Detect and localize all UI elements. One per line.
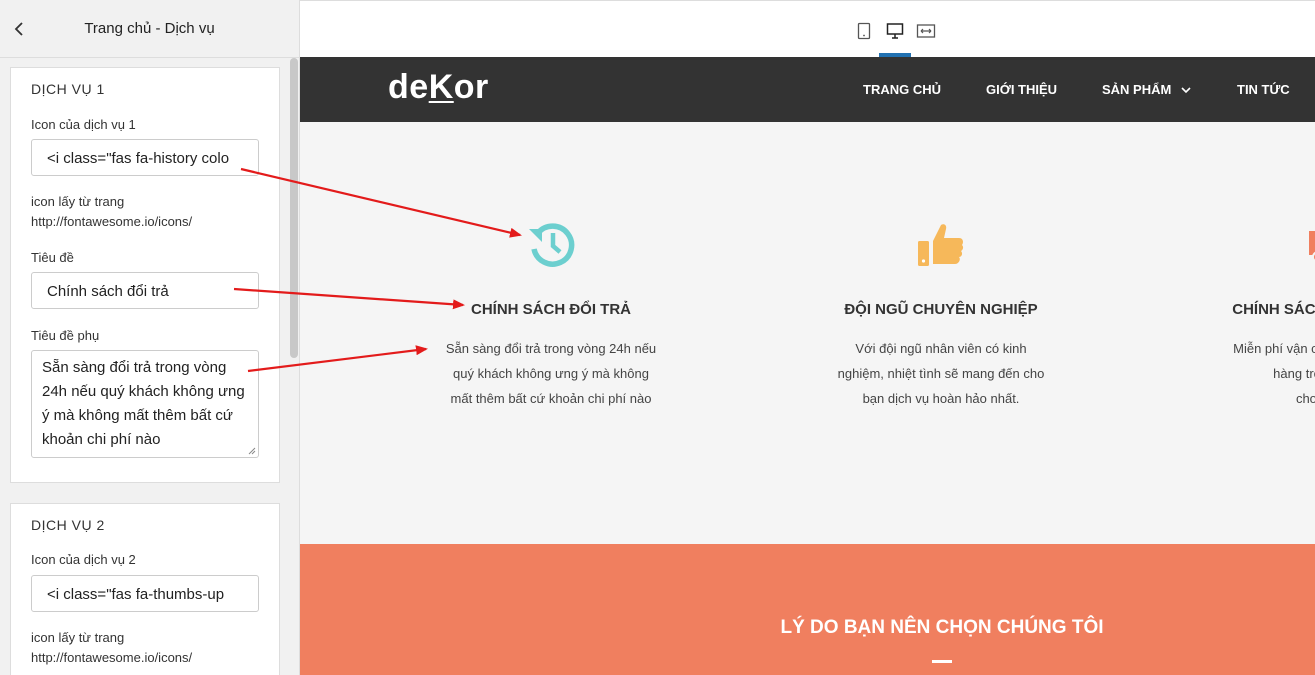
service-2-title: ĐỘI NGŨ CHUYÊN NGHIỆP [844, 301, 1038, 318]
service-3-title: CHÍNH SÁCH VẬN CHUYỂN [1232, 301, 1315, 318]
desktop-preview-button[interactable] [883, 19, 907, 43]
service-item-2: ĐỘI NGŨ CHUYÊN NGHIỆP Với đội ngũ nhân v… [791, 122, 1091, 544]
service-2-hint-line2: http://fontawesome.io/icons/ [31, 650, 193, 665]
service-1-desc-line: Sẵn sàng đổi trả trong vòng 24h nếu [445, 341, 657, 356]
service-2-desc-line: Với đội ngũ nhân viên có kinh [855, 341, 1027, 356]
logo-part-3: or [453, 68, 489, 106]
service-3-desc-line: Miễn phí vận chuyển cho mọi đơn [1233, 341, 1315, 356]
service-1-title-input[interactable]: Chính sách đổi trả [31, 272, 259, 309]
service-1-desc-line: quý khách không ưng ý mà không [453, 366, 649, 381]
nav-item-products-label: SẢN PHẨM [1102, 82, 1172, 97]
mobile-icon [857, 22, 871, 40]
service-1-heading: DỊCH VỤ 1 [31, 81, 105, 97]
why-choose-us-section: LÝ DO BẠN NÊN CHỌN CHÚNG TÔI [300, 544, 1315, 675]
title-underline [932, 660, 952, 663]
service-card-2: DỊCH VỤ 2 Icon của dịch vụ 2 <i class="f… [10, 503, 280, 675]
why-choose-us-title: LÝ DO BẠN NÊN CHỌN CHÚNG TÔI [780, 617, 1104, 638]
customizer-panel: Trang chủ - Dịch vụ DỊCH VỤ 1 Icon của d… [0, 0, 300, 675]
desktop-icon [886, 23, 904, 39]
nav-item-home[interactable]: TRANG CHỦ [863, 82, 941, 97]
service-1-title-label: Tiêu đề [31, 250, 74, 265]
site-navbar: deKor TRANG CHỦ GIỚI THIỆU SẢN PHẨM TIN … [300, 57, 1315, 122]
panel-scrollbar[interactable] [289, 58, 299, 675]
service-1-hint-line2: http://fontawesome.io/icons/ [31, 214, 193, 229]
service-2-icon-label: Icon của dịch vụ 2 [31, 552, 136, 567]
service-3-desc: Miễn phí vận chuyển cho mọi đơn hàng trê… [1216, 336, 1315, 411]
service-2-heading: DỊCH VỤ 2 [31, 517, 105, 533]
service-2-icon-input[interactable]: <i class="fas fa-thumbs-up [31, 575, 259, 612]
nav-item-about[interactable]: GIỚI THIỆU [986, 82, 1057, 97]
service-1-desc: Sẵn sàng đổi trả trong vòng 24h nếu quý … [436, 336, 666, 411]
scrollbar-thumb[interactable] [290, 58, 298, 358]
resize-grip-icon[interactable] [248, 447, 256, 455]
site-logo[interactable]: deKor [388, 68, 489, 107]
service-1-icon-input[interactable]: <i class="fas fa-history colo [31, 139, 259, 176]
service-1-hint-line1: icon lấy từ trang [31, 194, 125, 209]
fullwidth-preview-button[interactable] [914, 19, 938, 43]
services-section: CHÍNH SÁCH ĐỔI TRẢ Sẵn sàng đổi trả tron… [300, 122, 1315, 544]
service-3-desc-line: cho các bạn [1295, 391, 1315, 406]
logo-part-1: de [388, 68, 429, 106]
service-1-subtitle-label: Tiêu đề phụ [31, 328, 100, 343]
history-icon [529, 223, 575, 267]
fullwidth-icon [916, 24, 936, 38]
service-1-subtitle-text: Sẵn sàng đổi trả trong vòng 24h nếu quý … [42, 359, 245, 448]
chevron-down-icon [1181, 87, 1191, 94]
service-2-desc: Với đội ngũ nhân viên có kinh nghiệm, nh… [826, 336, 1056, 411]
service-1-title: CHÍNH SÁCH ĐỔI TRẢ [471, 301, 631, 318]
service-item-3: CHÍNH SÁCH VẬN CHUYỂN Miễn phí vận chuyể… [1181, 122, 1315, 544]
service-1-desc-line: mất thêm bất cứ khoản chi phí nào [450, 391, 652, 406]
mobile-preview-button[interactable] [852, 19, 876, 43]
service-2-hint-line1: icon lấy từ trang [31, 630, 125, 645]
nav-item-news[interactable]: TIN TỨC [1237, 82, 1290, 97]
panel-header: Trang chủ - Dịch vụ [0, 0, 299, 58]
thumbs-up-icon [918, 224, 964, 266]
service-2-desc-line: bạn dịch vụ hoàn hảo nhất. [862, 391, 1020, 406]
customizer-screen: Trang chủ - Dịch vụ DỊCH VỤ 1 Icon của d… [0, 0, 1315, 675]
logo-part-2: K [428, 68, 454, 106]
preview-toolbar [300, 0, 1315, 57]
truck-icon [1309, 231, 1315, 263]
service-1-icon-label: Icon của dịch vụ 1 [31, 117, 136, 132]
nav-item-products[interactable]: SẢN PHẨM [1102, 82, 1191, 97]
service-2-desc-line: nghiệm, nhiệt tình sẽ mang đến cho [837, 366, 1045, 381]
service-card-1: DỊCH VỤ 1 Icon của dịch vụ 1 <i class="f… [10, 67, 280, 483]
service-item-1: CHÍNH SÁCH ĐỔI TRẢ Sẵn sàng đổi trả tron… [401, 122, 701, 544]
panel-title: Trang chủ - Dịch vụ [84, 20, 215, 37]
service-3-desc-line: hàng trên toàn quốc [1273, 366, 1315, 381]
service-1-subtitle-textarea[interactable]: Sẵn sàng đổi trả trong vòng 24h nếu quý … [31, 350, 259, 458]
